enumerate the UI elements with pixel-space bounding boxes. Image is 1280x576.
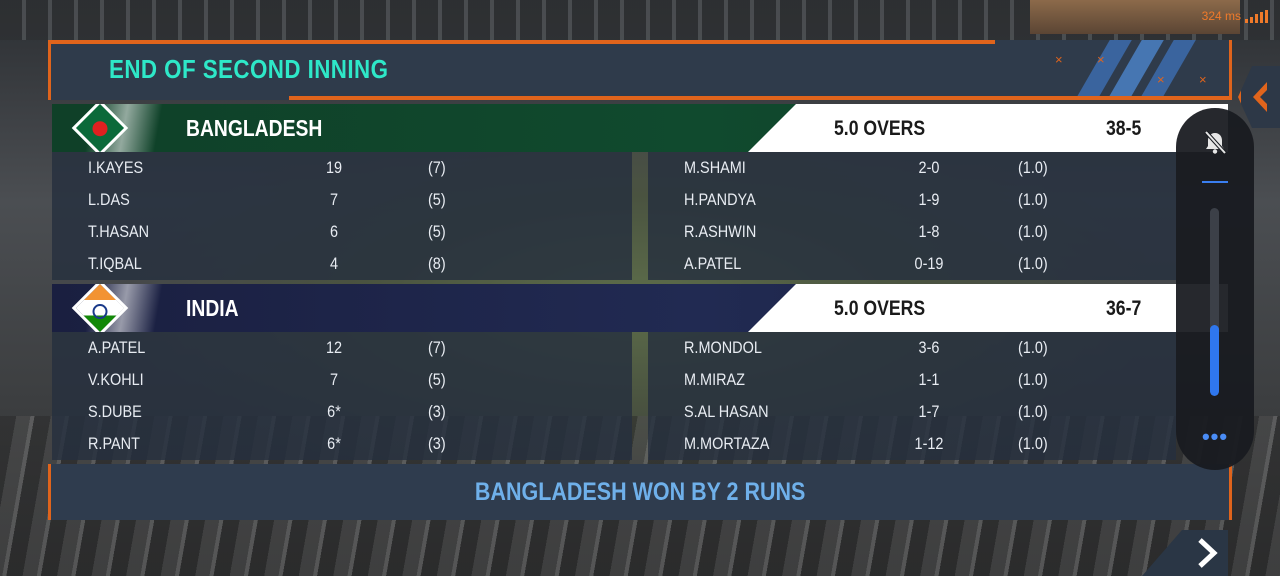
table-row: T.IQBAL 4 (8) [52, 248, 632, 280]
table-row: I.KAYES 19 (7) [52, 152, 632, 184]
batsman-name: L.DAS [88, 190, 130, 209]
batsman-balls: (3) [428, 402, 446, 421]
batsman-name: T.HASAN [88, 222, 150, 241]
table-row: M.MIRAZ 1-1 (1.0) [648, 364, 1176, 396]
x-decoration-icon: × [1097, 52, 1105, 67]
bowler-figures: 1-12 [914, 434, 944, 453]
match-result-bar: BANGLADESH WON BY 2 RUNS [48, 464, 1232, 520]
chevron-left-icon [1253, 82, 1267, 112]
batsman-balls: (5) [428, 222, 446, 241]
batsman-runs: 6 [329, 222, 339, 241]
match-result-text: BANGLADESH WON BY 2 RUNS [51, 478, 1229, 507]
bowler-name: M.SHAMI [684, 158, 746, 177]
batsman-balls: (5) [428, 190, 446, 209]
table-row: T.HASAN 6 (5) [52, 216, 632, 248]
bowling-panel-bangladesh: R.MONDOL 3-6 (1.0) M.MIRAZ 1-1 (1.0) S.A… [648, 332, 1176, 460]
batsman-balls: (5) [428, 370, 446, 389]
batsman-balls: (7) [428, 338, 446, 357]
table-row: S.DUBE 6* (3) [52, 396, 632, 428]
team-overs: 5.0 OVERS [834, 117, 926, 140]
bowler-name: M.MIRAZ [684, 370, 746, 389]
x-decoration-icon: × [1055, 52, 1063, 67]
team-bar-india: INDIA 5.0 OVERS 36-7 [52, 284, 1228, 332]
table-row: L.DAS 7 (5) [52, 184, 632, 216]
bowler-overs: (1.0) [1018, 338, 1048, 357]
divider [1202, 181, 1228, 183]
bowler-figures: 1-8 [918, 222, 940, 241]
table-row: A.PATEL 12 (7) [52, 332, 632, 364]
header-decoration [1059, 40, 1199, 100]
bowler-figures: 3-6 [918, 338, 940, 357]
bowler-figures: 0-19 [914, 254, 944, 273]
bowler-overs: (1.0) [1018, 370, 1048, 389]
bowler-overs: (1.0) [1018, 158, 1048, 177]
batsman-name: T.IQBAL [88, 254, 142, 273]
team-name: INDIA [186, 295, 239, 321]
bell-muted-icon[interactable] [1203, 130, 1227, 156]
table-row: M.SHAMI 2-0 (1.0) [648, 152, 1176, 184]
bowler-figures: 1-9 [918, 190, 940, 209]
bowler-overs: (1.0) [1018, 402, 1048, 421]
batsman-runs: 12 [325, 338, 343, 357]
table-row: R.ASHWIN 1-8 (1.0) [648, 216, 1176, 248]
match-result-label: BANGLADESH WON BY 2 RUNS [474, 478, 806, 506]
scorecard-header: END OF SECOND INNING × × × × [48, 40, 1232, 100]
team-score: 38-5 [1106, 117, 1142, 140]
table-row: H.PANDYA 1-9 (1.0) [648, 184, 1176, 216]
table-row: R.MONDOL 3-6 (1.0) [648, 332, 1176, 364]
bowler-overs: (1.0) [1018, 434, 1048, 453]
bowler-name: R.MONDOL [684, 338, 762, 357]
batsman-name: S.DUBE [88, 402, 142, 421]
bowler-figures: 1-7 [918, 402, 940, 421]
bowler-overs: (1.0) [1018, 254, 1048, 273]
batsman-runs: 7 [329, 190, 339, 209]
batsman-runs: 6* [327, 434, 341, 453]
bowler-figures: 2-0 [918, 158, 940, 177]
table-row: S.AL HASAN 1-7 (1.0) [648, 396, 1176, 428]
x-decoration-icon: × [1199, 72, 1207, 87]
bowler-overs: (1.0) [1018, 190, 1048, 209]
volume-slider-fill [1210, 324, 1219, 396]
ping-indicator: 324 ms [1202, 9, 1268, 23]
bowler-overs: (1.0) [1018, 222, 1048, 241]
table-row: A.PATEL 0-19 (1.0) [648, 248, 1176, 280]
bowling-panel-india: M.SHAMI 2-0 (1.0) H.PANDYA 1-9 (1.0) R.A… [648, 152, 1176, 280]
batsman-runs: 6* [327, 402, 341, 421]
batsman-runs: 4 [329, 254, 339, 273]
table-row: M.MORTAZA 1-12 (1.0) [648, 428, 1176, 460]
batsman-runs: 19 [325, 158, 343, 177]
batsman-name: A.PATEL [88, 338, 146, 357]
batsman-name: R.PANT [88, 434, 140, 453]
volume-panel: ••• [1176, 108, 1254, 470]
batsman-name: I.KAYES [88, 158, 144, 177]
bowler-name: S.AL HASAN [684, 402, 769, 421]
x-decoration-icon: × [1157, 72, 1165, 87]
chevron-right-icon [1198, 538, 1218, 568]
batsman-runs: 7 [329, 370, 339, 389]
ping-value: 324 ms [1201, 9, 1241, 23]
batting-panel-bangladesh: I.KAYES 19 (7) L.DAS 7 (5) T.HASAN 6 (5)… [52, 152, 632, 280]
bowler-name: A.PATEL [684, 254, 742, 273]
bowler-name: H.PANDYA [684, 190, 756, 209]
page-title: END OF SECOND INNING [109, 54, 389, 84]
team-summary-panel [748, 104, 1228, 152]
table-row: R.PANT 6* (3) [52, 428, 632, 460]
team-score: 36-7 [1106, 297, 1142, 320]
team-summary-panel [748, 284, 1228, 332]
volume-slider[interactable] [1210, 208, 1219, 396]
signal-icon [1245, 10, 1268, 23]
bowler-name: R.ASHWIN [684, 222, 757, 241]
team-name: BANGLADESH [186, 115, 323, 141]
batting-panel-india: A.PATEL 12 (7) V.KOHLI 7 (5) S.DUBE 6* (… [52, 332, 632, 460]
table-row: V.KOHLI 7 (5) [52, 364, 632, 396]
team-overs: 5.0 OVERS [834, 297, 926, 320]
bowler-name: M.MORTAZA [684, 434, 770, 453]
batsman-balls: (7) [428, 158, 446, 177]
team-bar-bangladesh: BANGLADESH 5.0 OVERS 38-5 [52, 104, 1228, 152]
batsman-name: V.KOHLI [88, 370, 144, 389]
batsman-balls: (3) [428, 434, 446, 453]
batsman-balls: (8) [428, 254, 446, 273]
bowler-figures: 1-1 [918, 370, 940, 389]
more-options-icon[interactable]: ••• [1176, 424, 1254, 450]
